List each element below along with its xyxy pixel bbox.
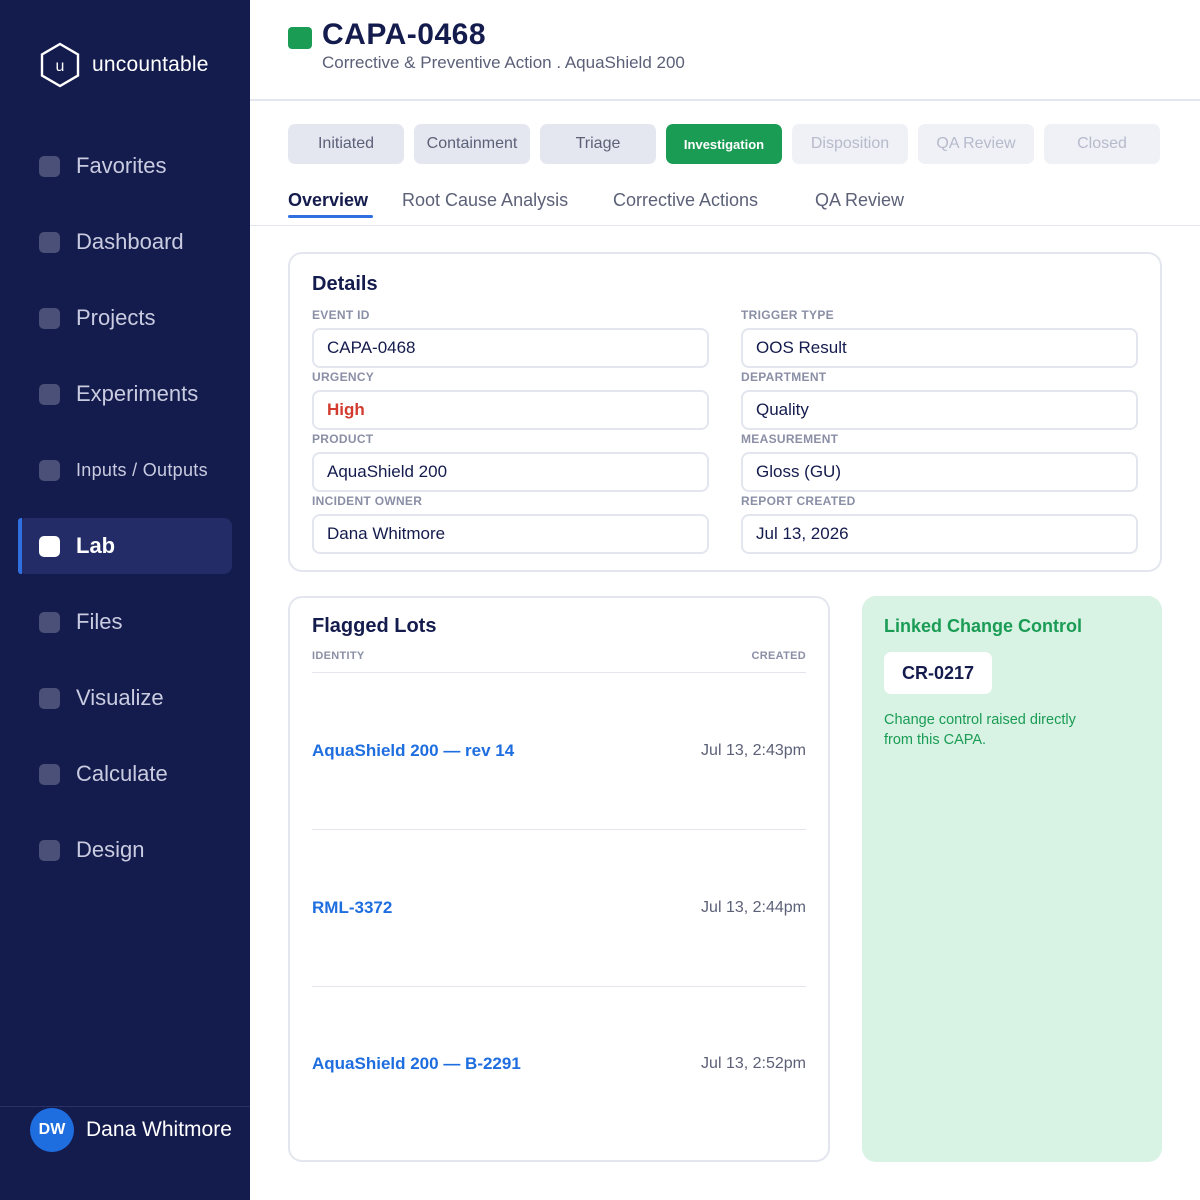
lot-created: Jul 13, 2:43pm — [701, 742, 806, 759]
sidebar-item-label: Calculate — [76, 761, 168, 786]
flagged-lots-card: Flagged Lots IDENTITY CREATED AquaShield… — [288, 596, 830, 1162]
square-icon — [39, 459, 60, 481]
urgency-label: URGENCY — [312, 370, 375, 384]
linked-change-control-note: Change control raised directly from this… — [884, 712, 1076, 748]
divider — [312, 829, 806, 830]
step-disposition[interactable]: Disposition — [792, 124, 908, 164]
avatar: DW — [30, 1108, 74, 1152]
measurement-label: MEASUREMENT — [741, 432, 839, 446]
sidebar-item-visualize[interactable]: Visualize — [18, 670, 232, 726]
brand-name: uncountable — [92, 53, 209, 76]
urgency-field[interactable]: High — [312, 390, 709, 430]
tab-root-cause-analysis[interactable]: Root Cause Analysis — [402, 190, 568, 211]
department-label: DEPARTMENT — [741, 370, 827, 384]
table-row: AquaShield 200 — B-2291 Jul 13, 2:52pm — [312, 1044, 806, 1084]
column-header-created: CREATED — [751, 650, 806, 662]
product-label: PRODUCT — [312, 432, 374, 446]
sidebar-item-label: Favorites — [76, 153, 167, 178]
trigger-type-field[interactable]: OOS Result — [741, 328, 1138, 368]
sidebar: u uncountable Favorites Dashboard Projec… — [0, 0, 250, 1200]
sidebar-item-label: Inputs / Outputs — [76, 459, 208, 480]
report-created-label: REPORT CREATED — [741, 494, 856, 508]
sidebar-item-label: Projects — [76, 305, 156, 330]
page-header: CAPA-0468 Corrective & Preventive Action… — [250, 0, 1200, 101]
square-icon — [39, 307, 60, 329]
event-id-label: EVENT ID — [312, 308, 370, 322]
square-icon — [39, 687, 60, 709]
sidebar-item-label: Design — [76, 837, 145, 862]
sidebar-item-label: Files — [76, 609, 123, 634]
trigger-type-label: TRIGGER TYPE — [741, 308, 834, 322]
user-profile[interactable]: DW Dana Whitmore — [30, 1108, 232, 1152]
step-qa-review[interactable]: QA Review — [918, 124, 1034, 164]
sidebar-item-favorites[interactable]: Favorites — [18, 138, 232, 194]
sidebar-item-calculate[interactable]: Calculate — [18, 746, 232, 802]
step-closed[interactable]: Closed — [1044, 124, 1160, 164]
divider — [312, 672, 806, 673]
svg-text:u: u — [56, 58, 65, 75]
incident-owner-field[interactable]: Dana Whitmore — [312, 514, 709, 554]
linked-change-control-title: Linked Change Control — [884, 616, 1082, 636]
status-indicator — [288, 27, 312, 49]
sidebar-nav: Favorites Dashboard Projects Experiments… — [18, 138, 232, 898]
hexagon-logo-icon: u — [40, 42, 80, 88]
sidebar-item-lab[interactable]: Lab — [18, 518, 232, 574]
measurement-field[interactable]: Gloss (GU) — [741, 452, 1138, 492]
brand-logo[interactable]: u uncountable — [40, 42, 209, 88]
square-icon — [39, 231, 60, 253]
divider — [0, 1106, 250, 1107]
sidebar-item-label: Experiments — [76, 381, 199, 406]
sidebar-item-design[interactable]: Design — [18, 822, 232, 878]
product-field[interactable]: AquaShield 200 — [312, 452, 709, 492]
event-id-field[interactable]: CAPA-0468 — [312, 328, 709, 368]
report-created-field[interactable]: Jul 13, 2026 — [741, 514, 1138, 554]
change-control-link[interactable]: CR-0217 — [884, 652, 992, 694]
square-icon — [39, 611, 60, 633]
user-name: Dana Whitmore — [86, 1118, 232, 1141]
step-containment[interactable]: Containment — [414, 124, 530, 164]
square-icon — [39, 535, 60, 557]
page-subtitle: Corrective & Preventive Action . AquaShi… — [322, 53, 685, 72]
table-row: RML-3372 Jul 13, 2:44pm — [312, 888, 806, 928]
step-initiated[interactable]: Initiated — [288, 124, 404, 164]
square-icon — [39, 839, 60, 861]
lot-link[interactable]: AquaShield 200 — rev 14 — [312, 741, 514, 761]
square-icon — [39, 155, 60, 177]
sidebar-item-experiments[interactable]: Experiments — [18, 366, 232, 422]
table-row: AquaShield 200 — rev 14 Jul 13, 2:43pm — [312, 731, 806, 771]
incident-owner-label: INCIDENT OWNER — [312, 494, 423, 508]
tab-qa-review[interactable]: QA Review — [815, 190, 904, 211]
sidebar-item-inputs-outputs[interactable]: Inputs / Outputs — [18, 442, 232, 498]
tab-overview[interactable]: Overview — [288, 190, 368, 211]
page-title: CAPA-0468 — [322, 18, 487, 51]
square-icon — [39, 763, 60, 785]
sidebar-item-label: Visualize — [76, 685, 164, 710]
sidebar-item-label: Lab — [76, 533, 116, 558]
department-field[interactable]: Quality — [741, 390, 1138, 430]
divider — [250, 225, 1200, 226]
divider — [312, 986, 806, 987]
tab-corrective-actions[interactable]: Corrective Actions — [613, 190, 758, 211]
lot-link[interactable]: RML-3372 — [312, 898, 392, 918]
workflow-stepper: Initiated Containment Triage Investigati… — [288, 124, 1170, 164]
tab-active-indicator — [288, 215, 373, 218]
sidebar-item-dashboard[interactable]: Dashboard — [18, 214, 232, 270]
step-investigation[interactable]: Investigation — [666, 124, 782, 164]
sidebar-item-projects[interactable]: Projects — [18, 290, 232, 346]
sidebar-item-label: Dashboard — [76, 229, 184, 254]
linked-change-control-card: Linked Change Control CR-0217 Change con… — [862, 596, 1162, 1162]
lot-link[interactable]: AquaShield 200 — B-2291 — [312, 1054, 521, 1074]
lot-created: Jul 13, 2:52pm — [701, 1055, 806, 1072]
column-header-identity: IDENTITY — [312, 650, 365, 662]
details-card: Details EVENT ID CAPA-0468 TRIGGER TYPE … — [288, 252, 1162, 572]
sidebar-item-files[interactable]: Files — [18, 594, 232, 650]
square-icon — [39, 383, 60, 405]
lot-created: Jul 13, 2:44pm — [701, 899, 806, 916]
details-title: Details — [312, 273, 378, 295]
flagged-lots-title: Flagged Lots — [312, 615, 437, 637]
step-triage[interactable]: Triage — [540, 124, 656, 164]
